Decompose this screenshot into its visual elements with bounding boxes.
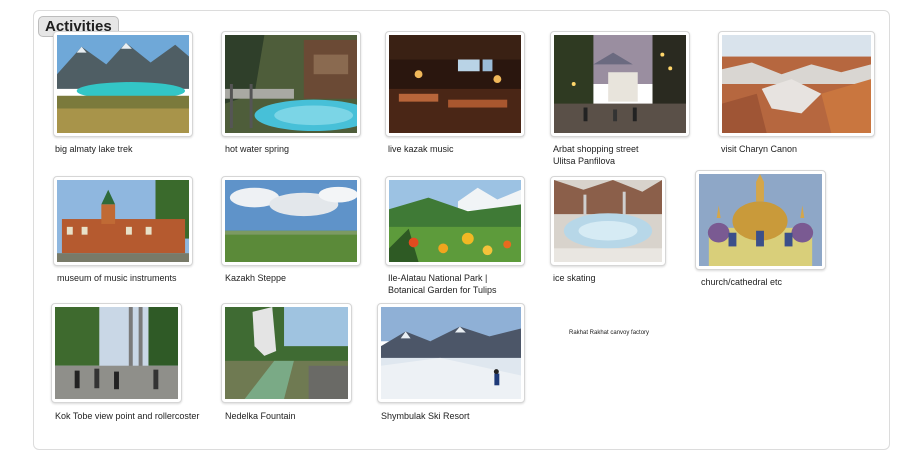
caption-cathedral: church/cathedral etc [701,277,783,287]
photo-kazakh-steppe[interactable] [221,176,361,266]
caption-ice-skating: ice skating [553,273,596,283]
photo-ile-alatau-park[interactable] [385,176,525,266]
caption-nedelka-fountain: Nedelka Fountain [225,411,296,421]
caption-big-almaty-lake: big almaty lake trek [55,144,133,154]
photo-cathedral[interactable] [695,170,826,270]
caption-kok-tobe: Kok Tobe view point and rollercoster [55,411,200,421]
photo-hot-water-spring[interactable] [221,31,361,137]
caption-museum-music-instruments: museum of music instruments [57,273,177,283]
photo-arbat-street[interactable] [550,31,690,137]
caption-charyn-canyon: visit Charyn Canon [721,144,798,154]
caption-shymbulak-ski-resort: Shymbulak Ski Resort [381,411,470,421]
caption-live-kazak-music: live kazak music [388,144,454,154]
caption-line: Ile-Alatau National Park | [388,273,488,283]
caption-line: Arbat shopping street [553,144,639,154]
photo-big-almaty-lake[interactable] [53,31,193,137]
caption-line: Ulitsa Panfilova [553,156,616,166]
note-text: Rakhat Rakhat canvoy factory [569,330,650,336]
photo-kok-tobe[interactable] [51,303,182,403]
caption-kazakh-steppe: Kazakh Steppe [225,273,287,283]
caption-arbat-street: Arbat shopping street Ulitsa Panfilova [553,143,639,167]
caption-hot-water-spring: hot water spring [225,144,290,154]
photo-museum-music-instruments[interactable] [53,176,193,266]
photo-nedelka-fountain[interactable] [221,303,352,403]
caption-ile-alatau-park: Ile-Alatau National Park | Botanical Gar… [388,272,497,296]
caption-line: Botanical Garden for Tulips [388,285,497,295]
photo-shymbulak-ski-resort[interactable] [377,303,525,403]
photo-ice-skating[interactable] [550,176,666,266]
photo-live-kazak-music[interactable] [385,31,525,137]
photo-charyn-canyon[interactable] [718,31,875,137]
